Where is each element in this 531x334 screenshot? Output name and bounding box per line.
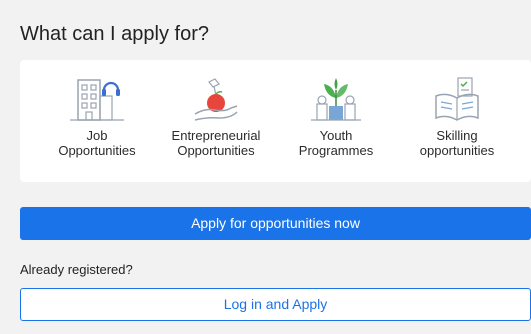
opportunity-entrepreneurial[interactable]: Entrepreneurial Opportunities [156,60,276,182]
opportunity-job[interactable]: Job Opportunities [37,60,157,182]
open-book-checklist-icon [430,76,484,122]
opportunity-label: Youth Programmes [298,128,374,158]
already-registered-text: Already registered? [20,262,133,277]
opportunity-label: Skilling opportunities [419,128,495,158]
opportunity-label: Job Opportunities [58,128,136,158]
apply-now-button[interactable]: Apply for opportunities now [20,207,531,240]
page-heading: What can I apply for? [20,23,209,45]
opportunity-types-card: Job Opportunities Entrepreneurial Opport… [20,60,531,182]
login-apply-button[interactable]: Log in and Apply [20,288,531,321]
seedling-plant-icon [309,76,363,122]
opportunity-skilling[interactable]: Skilling opportunities [397,60,517,182]
opportunity-youth[interactable]: Youth Programmes [276,60,396,182]
office-building-icon [70,76,124,122]
hand-with-apple-icon [189,76,243,122]
opportunity-label: Entrepreneurial Opportunities [171,128,261,158]
